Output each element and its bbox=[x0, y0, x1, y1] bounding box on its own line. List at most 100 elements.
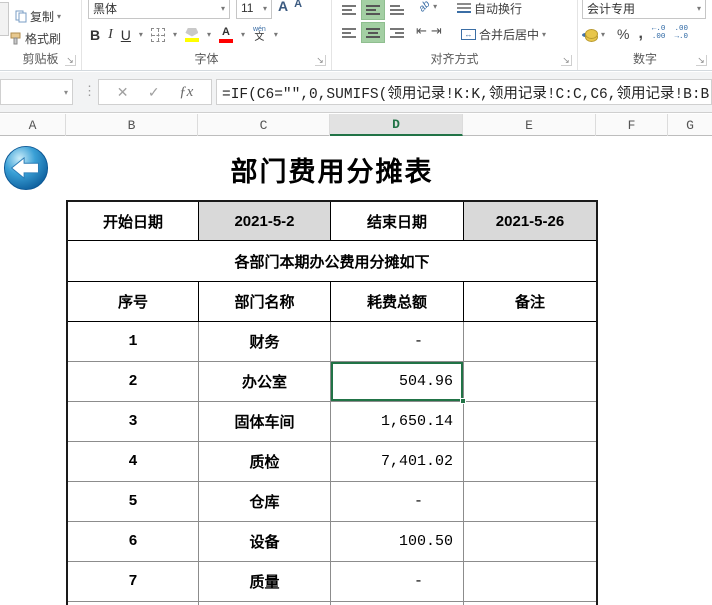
chevron-down-icon: ▾ bbox=[64, 88, 68, 97]
clipboard-dialog-launcher-icon[interactable]: ↘ bbox=[65, 55, 76, 66]
column-header-g[interactable]: G bbox=[668, 114, 712, 136]
enter-icon[interactable]: ✓ bbox=[148, 84, 160, 101]
font-size-combobox[interactable]: 11 ▾ bbox=[236, 0, 272, 19]
accounting-format-button[interactable]: ▾ bbox=[582, 28, 608, 40]
shrink-font-button[interactable]: A bbox=[294, 0, 302, 14]
font-resize-buttons: A A bbox=[278, 0, 302, 14]
department-cell[interactable]: 设备 bbox=[199, 522, 331, 562]
format-painter-button[interactable]: 格式刷 bbox=[6, 29, 64, 48]
insert-function-icon[interactable]: ƒx bbox=[179, 84, 193, 101]
ribbon-group-number: 会计专用 ▾ ▾ % , ←.0 .00 .00 →.0 数字 bbox=[578, 0, 712, 70]
note-cell[interactable] bbox=[464, 402, 596, 442]
alignment-dialog-launcher-icon[interactable]: ↘ bbox=[561, 55, 572, 66]
department-cell[interactable]: 质量 bbox=[199, 562, 331, 602]
amount-cell[interactable]: 100.50 bbox=[331, 522, 464, 562]
note-cell[interactable] bbox=[464, 482, 596, 522]
borders-button[interactable] bbox=[151, 28, 165, 42]
fill-handle[interactable] bbox=[460, 398, 466, 404]
number-dialog-launcher-icon[interactable]: ↘ bbox=[696, 55, 707, 66]
serial-cell[interactable]: 2 bbox=[68, 362, 199, 402]
serial-cell[interactable]: 6 bbox=[68, 522, 199, 562]
header-amount[interactable]: 耗费总额 bbox=[331, 282, 464, 322]
chevron-down-icon: ▾ bbox=[697, 4, 701, 13]
serial-cell[interactable]: 1 bbox=[68, 322, 199, 362]
number-group-label: 数字 bbox=[578, 50, 712, 67]
merge-center-button[interactable]: ↔ 合并后居中 ▾ bbox=[458, 25, 549, 44]
align-middle-button[interactable] bbox=[362, 0, 384, 19]
bold-button[interactable]: B bbox=[90, 27, 100, 43]
comma-style-button[interactable]: , bbox=[638, 25, 642, 43]
italic-button[interactable]: I bbox=[108, 27, 113, 43]
chevron-down-icon[interactable]: ▾ bbox=[173, 30, 177, 39]
underline-button[interactable]: U bbox=[121, 27, 131, 43]
align-top-button[interactable] bbox=[338, 0, 360, 19]
amount-cell[interactable]: - bbox=[331, 482, 464, 522]
increase-indent-button[interactable]: ⇥ bbox=[431, 23, 442, 39]
merge-center-label: 合并后居中 bbox=[479, 26, 539, 43]
number-format-combobox[interactable]: 会计专用 ▾ bbox=[582, 0, 706, 19]
column-header-b[interactable]: B bbox=[66, 114, 198, 136]
back-button[interactable] bbox=[3, 145, 49, 191]
amount-cell[interactable]: 504.96 bbox=[331, 362, 464, 402]
note-cell[interactable] bbox=[464, 362, 596, 402]
column-header-d[interactable]: D bbox=[330, 114, 463, 136]
copy-button[interactable]: 复制 ▾ bbox=[12, 7, 64, 26]
align-center-button[interactable] bbox=[362, 23, 384, 42]
amount-cell[interactable]: - bbox=[331, 562, 464, 602]
amount-cell[interactable]: 7,401.02 bbox=[331, 442, 464, 482]
header-serial[interactable]: 序号 bbox=[68, 282, 199, 322]
department-cell[interactable]: 质检 bbox=[199, 442, 331, 482]
currency-coins-icon bbox=[585, 29, 598, 39]
fill-color-button[interactable] bbox=[185, 28, 199, 42]
amount-cell[interactable]: 1,650.14 bbox=[331, 402, 464, 442]
end-date-label[interactable]: 结束日期 bbox=[331, 202, 464, 241]
chevron-down-icon[interactable]: ▾ bbox=[241, 30, 245, 39]
table-subtitle[interactable]: 各部门本期办公费用分摊如下 bbox=[68, 241, 596, 282]
department-cell[interactable]: 固体车间 bbox=[199, 402, 331, 442]
align-bottom-button[interactable] bbox=[386, 0, 408, 19]
chevron-down-icon[interactable]: ▾ bbox=[274, 30, 278, 39]
column-header-f[interactable]: F bbox=[596, 114, 668, 136]
percent-style-button[interactable]: % bbox=[617, 26, 629, 42]
note-cell[interactable] bbox=[464, 322, 596, 362]
decrease-indent-button[interactable]: ⇤ bbox=[416, 23, 427, 39]
note-cell[interactable] bbox=[464, 522, 596, 562]
orientation-button[interactable]: ab ▾ bbox=[416, 0, 440, 13]
note-cell[interactable] bbox=[464, 562, 596, 602]
decrease-decimal-button[interactable]: .00 →.0 bbox=[674, 26, 688, 42]
phonetic-hanzi: 文 bbox=[254, 33, 264, 43]
column-header-c[interactable]: C bbox=[198, 114, 330, 136]
chevron-down-icon[interactable]: ▾ bbox=[139, 30, 143, 39]
department-cell[interactable]: 仓库 bbox=[199, 482, 331, 522]
start-date-label[interactable]: 开始日期 bbox=[68, 202, 199, 241]
chevron-down-icon[interactable]: ▾ bbox=[207, 30, 211, 39]
name-box[interactable]: ▾ bbox=[0, 79, 73, 105]
font-name-combobox[interactable]: 黑体 ▾ bbox=[88, 0, 230, 19]
font-color-button[interactable]: A bbox=[219, 27, 233, 43]
note-cell[interactable] bbox=[464, 442, 596, 482]
cancel-icon[interactable]: ✕ bbox=[117, 84, 129, 101]
font-dialog-launcher-icon[interactable]: ↘ bbox=[315, 55, 326, 66]
start-date-value[interactable]: 2021-5-2 bbox=[199, 202, 331, 241]
header-note[interactable]: 备注 bbox=[464, 282, 596, 322]
header-department[interactable]: 部门名称 bbox=[199, 282, 331, 322]
column-header-a[interactable]: A bbox=[0, 114, 66, 136]
align-left-button[interactable] bbox=[338, 23, 360, 42]
column-header-e[interactable]: E bbox=[463, 114, 596, 136]
increase-decimal-button[interactable]: ←.0 .00 bbox=[652, 26, 666, 42]
grow-font-button[interactable]: A bbox=[278, 0, 288, 14]
formula-bar-resize-handle[interactable]: ⋮ bbox=[83, 83, 95, 99]
end-date-value[interactable]: 2021-5-26 bbox=[464, 202, 596, 241]
serial-cell[interactable]: 3 bbox=[68, 402, 199, 442]
formula-input[interactable]: =IF(C6="",0,SUMIFS(领用记录!K:K,领用记录!C:C,C6,… bbox=[216, 79, 712, 105]
copy-label: 复制 bbox=[30, 8, 54, 25]
department-cell[interactable]: 财务 bbox=[199, 322, 331, 362]
align-right-button[interactable] bbox=[386, 23, 408, 42]
serial-cell[interactable]: 7 bbox=[68, 562, 199, 602]
amount-cell[interactable]: - bbox=[331, 322, 464, 362]
serial-cell[interactable]: 5 bbox=[68, 482, 199, 522]
phonetic-guide-button[interactable]: wén 文 bbox=[253, 26, 266, 43]
serial-cell[interactable]: 4 bbox=[68, 442, 199, 482]
department-cell[interactable]: 办公室 bbox=[199, 362, 331, 402]
wrap-text-button[interactable]: 自动换行 bbox=[454, 0, 525, 18]
